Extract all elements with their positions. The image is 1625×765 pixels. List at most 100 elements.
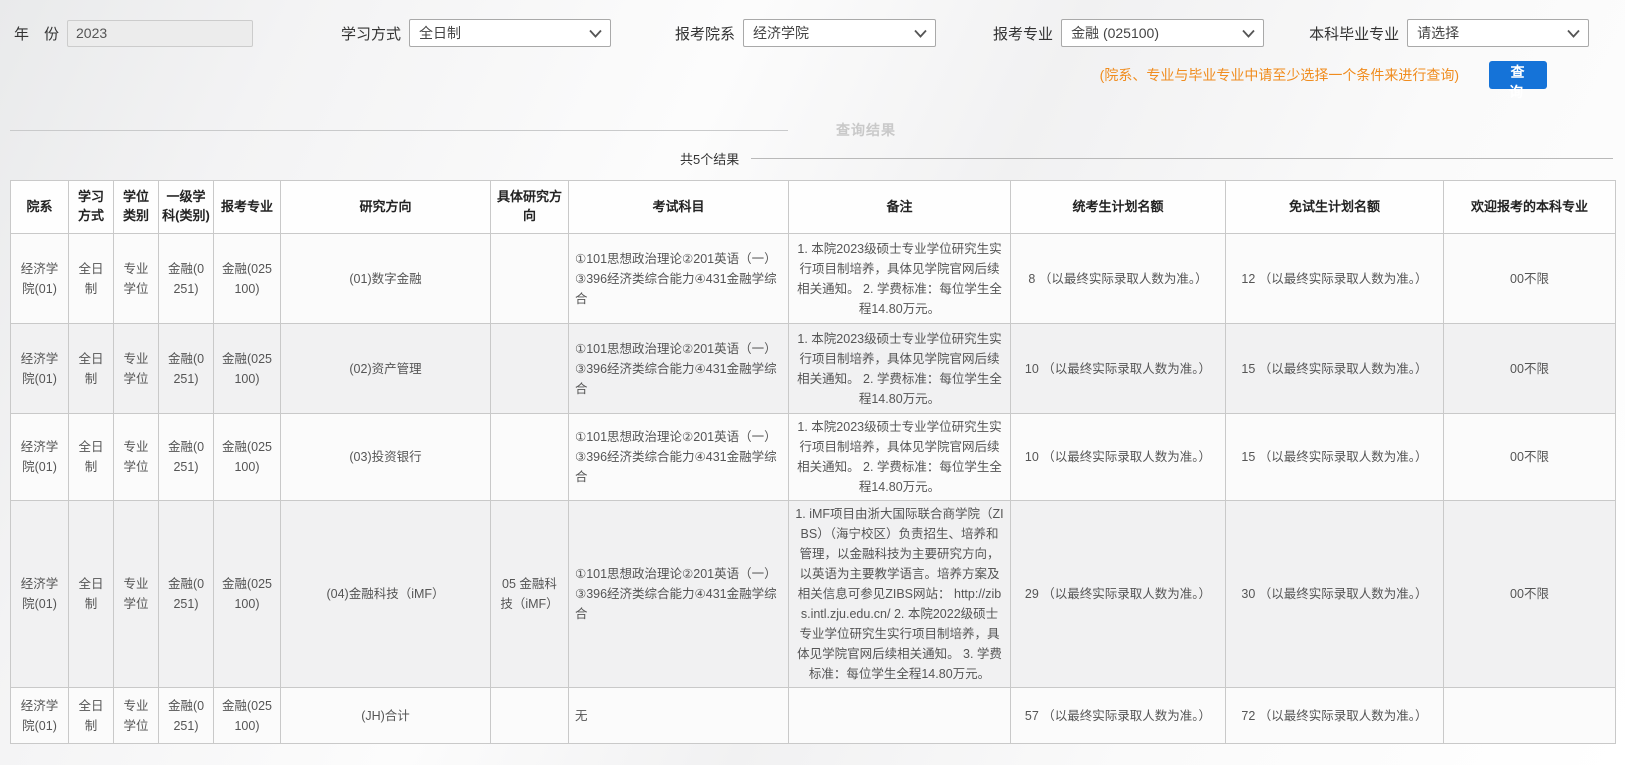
results-count-row: 共5个结果 [680, 149, 1613, 167]
table-cell: 10 （以最终实际录取人数为准。） [1011, 324, 1226, 414]
table-cell: 29 （以最终实际录取人数为准。） [1011, 501, 1226, 688]
table-cell: 全日制 [69, 414, 114, 501]
table-cell: 无 [569, 688, 789, 744]
table-cell: 00不限 [1444, 324, 1616, 414]
query-button[interactable]: 查 询 [1489, 61, 1547, 89]
table-row: 经济学院(01)全日制专业学位金融(0251)金融(025100)(JH)合计 无… [11, 688, 1616, 744]
table-cell: 全日制 [69, 688, 114, 744]
table-cell: 12 （以最终实际录取人数为准。） [1226, 234, 1444, 324]
table-cell: 10 （以最终实际录取人数为准。） [1011, 414, 1226, 501]
table-cell: 全日制 [69, 234, 114, 324]
table-cell: 金融(025100) [214, 324, 281, 414]
table-cell: 00不限 [1444, 501, 1616, 688]
table-cell: 经济学院(01) [11, 501, 69, 688]
table-cell: (JH)合计 [281, 688, 491, 744]
table-cell: 1. 本院2023级硕士专业学位研究生实行项目制培养，具体见学院官网后续相关通知… [789, 414, 1011, 501]
table-cell: 1. iMF项目由浙大国际联合商学院（ZIBS）（海宁校区）负责招生、培养和管理… [789, 501, 1011, 688]
legend-divider [10, 130, 788, 131]
table-cell: 金融(0251) [159, 414, 214, 501]
major-value: 金融 (025100) [1071, 23, 1159, 43]
table-cell: 1. 本院2023级硕士专业学位研究生实行项目制培养，具体见学院官网后续相关通知… [789, 324, 1011, 414]
department-label: 报考院系 [675, 23, 735, 44]
query-form: 年 份 学习方式 全日制 报考院系 经济学院 报考专业 金融 (025100) … [14, 18, 1625, 48]
table-row: 经济学院(01)全日制专业学位金融(0251)金融(025100)(03)投资银… [11, 414, 1616, 501]
table-cell [491, 414, 569, 501]
table-cell: ①101思想政治理论②201英语（一）③396经济类综合能力④431金融学综合 [569, 501, 789, 688]
table-cell: 经济学院(01) [11, 688, 69, 744]
major-label: 报考专业 [993, 23, 1053, 44]
table-cell [491, 234, 569, 324]
table-cell: 金融(025100) [214, 688, 281, 744]
column-header: 欢迎报考的本科专业 [1444, 181, 1616, 234]
undergrad-major-select[interactable]: 请选择 [1407, 19, 1589, 47]
table-cell: 8 （以最终实际录取人数为准。） [1011, 234, 1226, 324]
table-cell: (01)数字金融 [281, 234, 491, 324]
table-cell: ①101思想政治理论②201英语（一）③396经济类综合能力④431金融学综合 [569, 234, 789, 324]
column-header: 具体研究方向 [491, 181, 569, 234]
table-cell [1444, 688, 1616, 744]
table-cell [789, 688, 1011, 744]
table-cell: 经济学院(01) [11, 414, 69, 501]
column-header: 学位类别 [114, 181, 159, 234]
chevron-down-icon [914, 29, 927, 38]
year-input[interactable] [67, 20, 253, 47]
column-header: 统考生计划名额 [1011, 181, 1226, 234]
table-cell: ①101思想政治理论②201英语（一）③396经济类综合能力④431金融学综合 [569, 324, 789, 414]
table-row: 经济学院(01)全日制专业学位金融(0251)金融(025100)(01)数字金… [11, 234, 1616, 324]
year-label: 年 份 [14, 23, 59, 44]
results-count: 共5个结果 [680, 149, 739, 168]
column-header: 研究方向 [281, 181, 491, 234]
table-cell: 15 （以最终实际录取人数为准。） [1226, 414, 1444, 501]
table-row: 经济学院(01)全日制专业学位金融(0251)金融(025100)(04)金融科… [11, 501, 1616, 688]
table-cell: 全日制 [69, 324, 114, 414]
department-value: 经济学院 [753, 23, 809, 43]
table-cell: 专业学位 [114, 688, 159, 744]
query-hint: (院系、专业与毕业专业中请至少选择一个条件来进行查询) [1100, 65, 1459, 85]
column-header: 备注 [789, 181, 1011, 234]
table-cell: (04)金融科技（iMF） [281, 501, 491, 688]
department-select[interactable]: 经济学院 [743, 19, 936, 47]
major-select[interactable]: 金融 (025100) [1061, 19, 1264, 47]
table-cell: (02)资产管理 [281, 324, 491, 414]
table-cell: 00不限 [1444, 234, 1616, 324]
table-cell: 72 （以最终实际录取人数为准。） [1226, 688, 1444, 744]
column-header: 学习方式 [69, 181, 114, 234]
results-table: 院系学习方式学位类别一级学科(类别)报考专业研究方向具体研究方向考试科目备注统考… [10, 180, 1616, 744]
column-header: 一级学科(类别) [159, 181, 214, 234]
count-divider [751, 158, 1613, 159]
table-cell: 专业学位 [114, 501, 159, 688]
table-row: 经济学院(01)全日制专业学位金融(0251)金融(025100)(02)资产管… [11, 324, 1616, 414]
table-cell: 专业学位 [114, 324, 159, 414]
results-legend: 查询结果 [10, 121, 1625, 139]
column-header: 报考专业 [214, 181, 281, 234]
study-mode-label: 学习方式 [341, 23, 401, 44]
chevron-down-icon [589, 29, 602, 38]
results-legend-title: 查询结果 [836, 120, 896, 140]
table-cell: 05 金融科技（iMF） [491, 501, 569, 688]
table-cell: 15 （以最终实际录取人数为准。） [1226, 324, 1444, 414]
table-cell: 金融(0251) [159, 234, 214, 324]
column-header: 院系 [11, 181, 69, 234]
table-cell: 金融(025100) [214, 414, 281, 501]
table-cell: 金融(0251) [159, 324, 214, 414]
table-cell: 金融(0251) [159, 501, 214, 688]
table-cell: ①101思想政治理论②201英语（一）③396经济类综合能力④431金融学综合 [569, 414, 789, 501]
table-cell: 经济学院(01) [11, 324, 69, 414]
undergrad-major-label: 本科毕业专业 [1309, 23, 1399, 44]
study-mode-value: 全日制 [419, 23, 461, 43]
table-cell: 专业学位 [114, 234, 159, 324]
table-cell: 00不限 [1444, 414, 1616, 501]
table-cell: (03)投资银行 [281, 414, 491, 501]
table-cell: 1. 本院2023级硕士专业学位研究生实行项目制培养，具体见学院官网后续相关通知… [789, 234, 1011, 324]
table-cell: 57 （以最终实际录取人数为准。） [1011, 688, 1226, 744]
chevron-down-icon [1567, 29, 1580, 38]
table-cell [491, 688, 569, 744]
table-cell: 金融(0251) [159, 688, 214, 744]
undergrad-major-value: 请选择 [1417, 23, 1459, 43]
query-form-actions: (院系、专业与毕业专业中请至少选择一个条件来进行查询) 查 询 [0, 61, 1547, 89]
chevron-down-icon [1242, 29, 1255, 38]
table-cell: 经济学院(01) [11, 234, 69, 324]
study-mode-select[interactable]: 全日制 [409, 19, 611, 47]
table-cell: 专业学位 [114, 414, 159, 501]
table-cell [491, 324, 569, 414]
